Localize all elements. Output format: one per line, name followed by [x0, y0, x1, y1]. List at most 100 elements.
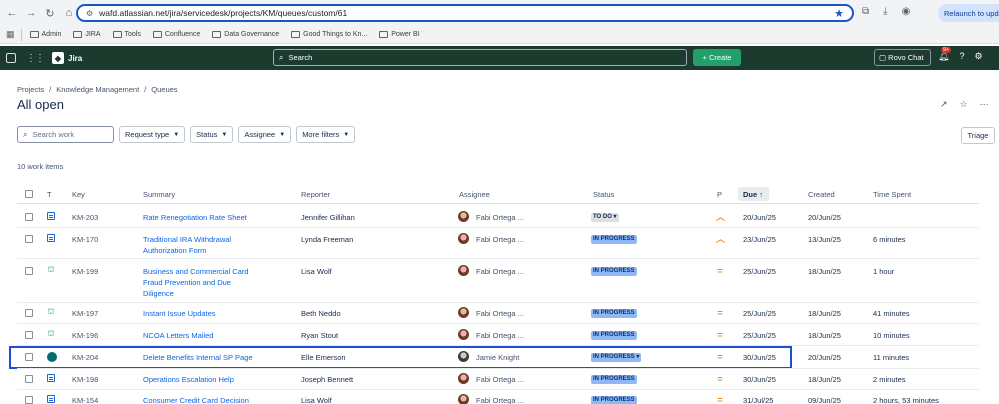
status-lozenge[interactable]: IN PROGRESS [591, 235, 637, 244]
row-created: 18/Jun/25 [808, 375, 841, 384]
search-work-input[interactable]: ⌕ Search work [17, 126, 114, 143]
row-checkbox[interactable] [25, 396, 33, 404]
row-created: 20/Jun/25 [808, 213, 841, 222]
row-time-spent: 10 minutes [873, 331, 910, 340]
row-summary-link[interactable]: Business and Commercial Card Fraud Preve… [143, 266, 261, 299]
rovo-chat-button[interactable]: ▢ Rovo Chat [874, 49, 931, 66]
global-search-input[interactable]: ⌕ Search [273, 49, 687, 66]
triage-button[interactable]: Triage [961, 127, 995, 144]
column-header-status[interactable]: Status [593, 190, 614, 199]
home-icon[interactable]: ⌂ [62, 6, 76, 20]
row-checkbox[interactable] [25, 267, 33, 275]
column-header-priority[interactable]: P [717, 190, 722, 199]
bookmark-admin[interactable]: Admin [29, 31, 61, 38]
bookmark-data-governance[interactable]: Data Governance [212, 31, 279, 38]
row-assignee[interactable]: Fabi Ortega ... [476, 266, 524, 277]
site-info-icon[interactable]: ⚙ [86, 9, 93, 18]
status-lozenge[interactable]: IN PROGRESS [591, 396, 637, 404]
row-reporter: Beth Neddo [301, 309, 341, 318]
column-header-assignee[interactable]: Assignee [459, 190, 490, 199]
service-request-icon: ⛫ [47, 265, 55, 274]
avatar [458, 211, 469, 222]
row-summary-link[interactable]: Instant Issue Updates [143, 308, 261, 319]
bookmark-tools[interactable]: Tools [112, 31, 141, 38]
row-key[interactable]: KM-203 [72, 212, 98, 223]
row-reporter: Lynda Freeman [301, 235, 354, 244]
address-bar[interactable]: ⚙ wafd.atlassian.net/jira/servicedesk/pr… [76, 4, 854, 22]
column-header-key[interactable]: Key [72, 190, 85, 199]
row-assignee[interactable]: Fabi Ortega ... [476, 374, 524, 385]
row-checkbox[interactable] [25, 309, 33, 317]
help-icon[interactable]: ? [959, 51, 964, 62]
row-checkbox[interactable] [25, 331, 33, 339]
app-switcher-icon[interactable]: ⋮⋮ [26, 53, 45, 64]
column-header-summary[interactable]: Summary [143, 190, 175, 199]
bookmark-confluence[interactable]: Confluence [152, 31, 200, 38]
select-all-checkbox[interactable] [25, 190, 33, 198]
status-lozenge[interactable]: IN PROGRESS [591, 375, 637, 384]
star-icon[interactable]: ☆ [960, 99, 968, 110]
status-lozenge[interactable]: IN PROGRESS [591, 309, 637, 318]
more-actions-icon[interactable]: ⋯ [980, 99, 989, 110]
row-key[interactable]: KM-196 [72, 330, 98, 341]
status-lozenge[interactable]: IN PROGRESS [591, 267, 637, 276]
bookmark-jira[interactable]: JIRA [73, 31, 101, 38]
row-reporter: Lisa Wolf [301, 396, 332, 404]
sidebar-toggle-icon[interactable] [6, 53, 16, 63]
status-lozenge[interactable]: IN PROGRESS [591, 331, 637, 340]
breadcrumb-project[interactable]: Knowledge Management [56, 85, 139, 94]
column-header-type[interactable]: T [47, 190, 52, 199]
row-summary-link[interactable]: Rate Renegotiation Rate Sheet [143, 212, 261, 223]
row-summary-link[interactable]: Consumer Credit Card Decision [143, 395, 261, 404]
row-checkbox[interactable] [25, 375, 33, 383]
bookmark-good-things[interactable]: Good Things to Kn... [291, 31, 367, 38]
bookmark-star-icon[interactable]: ★ [834, 7, 844, 20]
row-assignee[interactable]: Fabi Ortega ... [476, 395, 524, 404]
downloads-icon[interactable]: ⤓ [883, 6, 887, 17]
status-lozenge[interactable]: TO DO ▾ [591, 213, 619, 222]
row-key[interactable]: KM-197 [72, 308, 98, 319]
row-assignee[interactable]: Fabi Ortega ... [476, 330, 524, 341]
assignee-filter[interactable]: Assignee ▼ [238, 126, 292, 143]
bookmark-power-bi[interactable]: Power BI [379, 31, 420, 38]
profile-icon[interactable]: ◉ [902, 6, 911, 17]
row-summary-link[interactable]: Traditional IRA Withdrawal Authorization… [143, 234, 261, 256]
apps-icon[interactable]: ▦ [6, 29, 15, 40]
row-checkbox[interactable] [25, 235, 33, 243]
row-divider [17, 258, 979, 259]
row-created: 13/Jun/25 [808, 235, 841, 244]
bookmarks-separator [20, 28, 22, 41]
row-time-spent: 41 minutes [873, 309, 910, 318]
row-checkbox[interactable] [25, 213, 33, 221]
breadcrumb-queues[interactable]: Queues [151, 85, 177, 94]
row-assignee[interactable]: Fabi Ortega ... [476, 308, 524, 319]
back-icon[interactable]: ← [5, 6, 19, 20]
forward-icon[interactable]: → [24, 6, 38, 20]
row-key[interactable]: KM-154 [72, 395, 98, 404]
jira-app-name[interactable]: Jira [68, 54, 82, 63]
row-assignee[interactable]: Fabi Ortega ... [476, 212, 524, 223]
column-header-time-spent[interactable]: Time Spent [873, 190, 911, 199]
relaunch-button[interactable]: Relaunch to update [938, 4, 999, 22]
create-button[interactable]: + Create [693, 49, 741, 66]
request-type-filter[interactable]: Request type ▼ [119, 126, 186, 143]
column-header-due[interactable]: Due ↑ [738, 187, 769, 201]
row-key[interactable]: KM-198 [72, 374, 98, 385]
jira-logo-icon[interactable]: ◆ [52, 52, 64, 64]
breadcrumb-projects[interactable]: Projects [17, 85, 44, 94]
extensions-icon[interactable]: ⧉ [862, 6, 869, 17]
work-item-count: 10 work items [17, 162, 64, 171]
settings-icon[interactable]: ⚙ [974, 51, 982, 62]
folder-icon [152, 31, 162, 38]
row-key[interactable]: KM-199 [72, 266, 98, 277]
row-assignee[interactable]: Fabi Ortega ... [476, 234, 524, 245]
row-key[interactable]: KM-170 [72, 234, 98, 245]
reload-icon[interactable]: ↻ [43, 6, 57, 20]
status-filter[interactable]: Status ▼ [190, 126, 234, 143]
more-filters-button[interactable]: More filters ▼ [296, 126, 356, 143]
row-summary-link[interactable]: NCOA Letters Mailed [143, 330, 261, 341]
column-header-created[interactable]: Created [808, 190, 835, 199]
share-icon[interactable]: ↗ [940, 99, 948, 110]
row-summary-link[interactable]: Operations Escalation Help [143, 374, 261, 385]
column-header-reporter[interactable]: Reporter [301, 190, 330, 199]
